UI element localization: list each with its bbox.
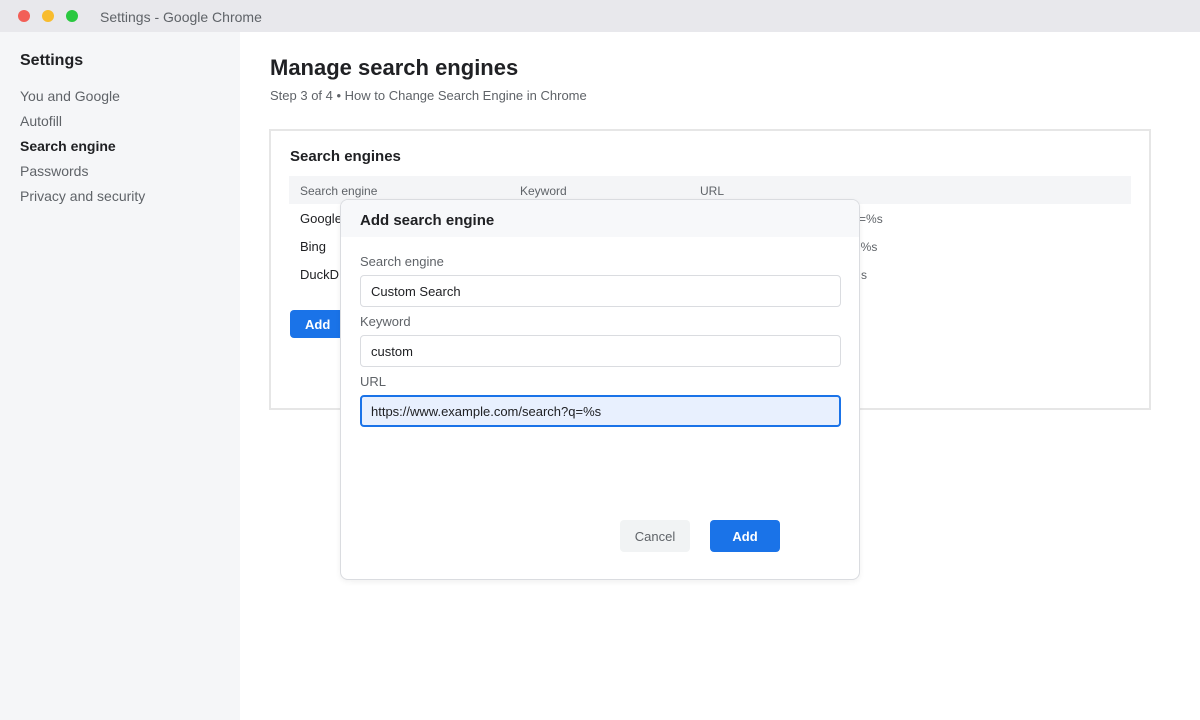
minimize-window-button[interactable] — [42, 10, 54, 22]
title-bar: Settings - Google Chrome — [0, 0, 1200, 32]
column-header-search-engine: Search engine — [300, 184, 378, 198]
cancel-button[interactable]: Cancel — [620, 520, 690, 552]
page-subtitle: Step 3 of 4 • How to Change Search Engin… — [270, 88, 587, 103]
sidebar-item-autofill[interactable]: Autofill — [20, 113, 62, 129]
sidebar-item-passwords[interactable]: Passwords — [20, 163, 88, 179]
window-title: Settings - Google Chrome — [100, 9, 262, 25]
maximize-window-button[interactable] — [66, 10, 78, 22]
row-engine-name: Bing — [300, 239, 327, 254]
url-label: URL — [360, 374, 387, 389]
row-engine-name: DuckD — [300, 267, 340, 282]
sidebar-item-search-engine[interactable]: Search engine — [20, 138, 116, 154]
row-url: s — [861, 268, 867, 282]
column-header-keyword: Keyword — [520, 184, 567, 198]
add-search-engine-dialog: Add search engine Search engine Keyword … — [340, 199, 860, 580]
search-engine-input[interactable] — [360, 275, 841, 307]
page-title: Manage search engines — [270, 55, 519, 80]
row-engine-name: Google — [300, 211, 342, 226]
sidebar-item-privacy-and-security[interactable]: Privacy and security — [20, 188, 145, 204]
card-title: Search engines — [290, 148, 401, 165]
settings-sidebar: Settings You and Google Autofill Search … — [0, 32, 240, 720]
keyword-label: Keyword — [360, 314, 411, 329]
close-window-button[interactable] — [18, 10, 30, 22]
url-input[interactable] — [360, 395, 841, 427]
sidebar-title: Settings — [20, 52, 84, 69]
add-button[interactable]: Add — [710, 520, 780, 552]
dialog-header: Add search engine — [341, 200, 859, 237]
search-engine-label: Search engine — [360, 254, 444, 269]
sidebar-item-you-and-google[interactable]: You and Google — [20, 88, 120, 104]
dialog-title: Add search engine — [360, 212, 495, 229]
keyword-input[interactable] — [360, 335, 841, 367]
column-header-url: URL — [700, 184, 725, 198]
